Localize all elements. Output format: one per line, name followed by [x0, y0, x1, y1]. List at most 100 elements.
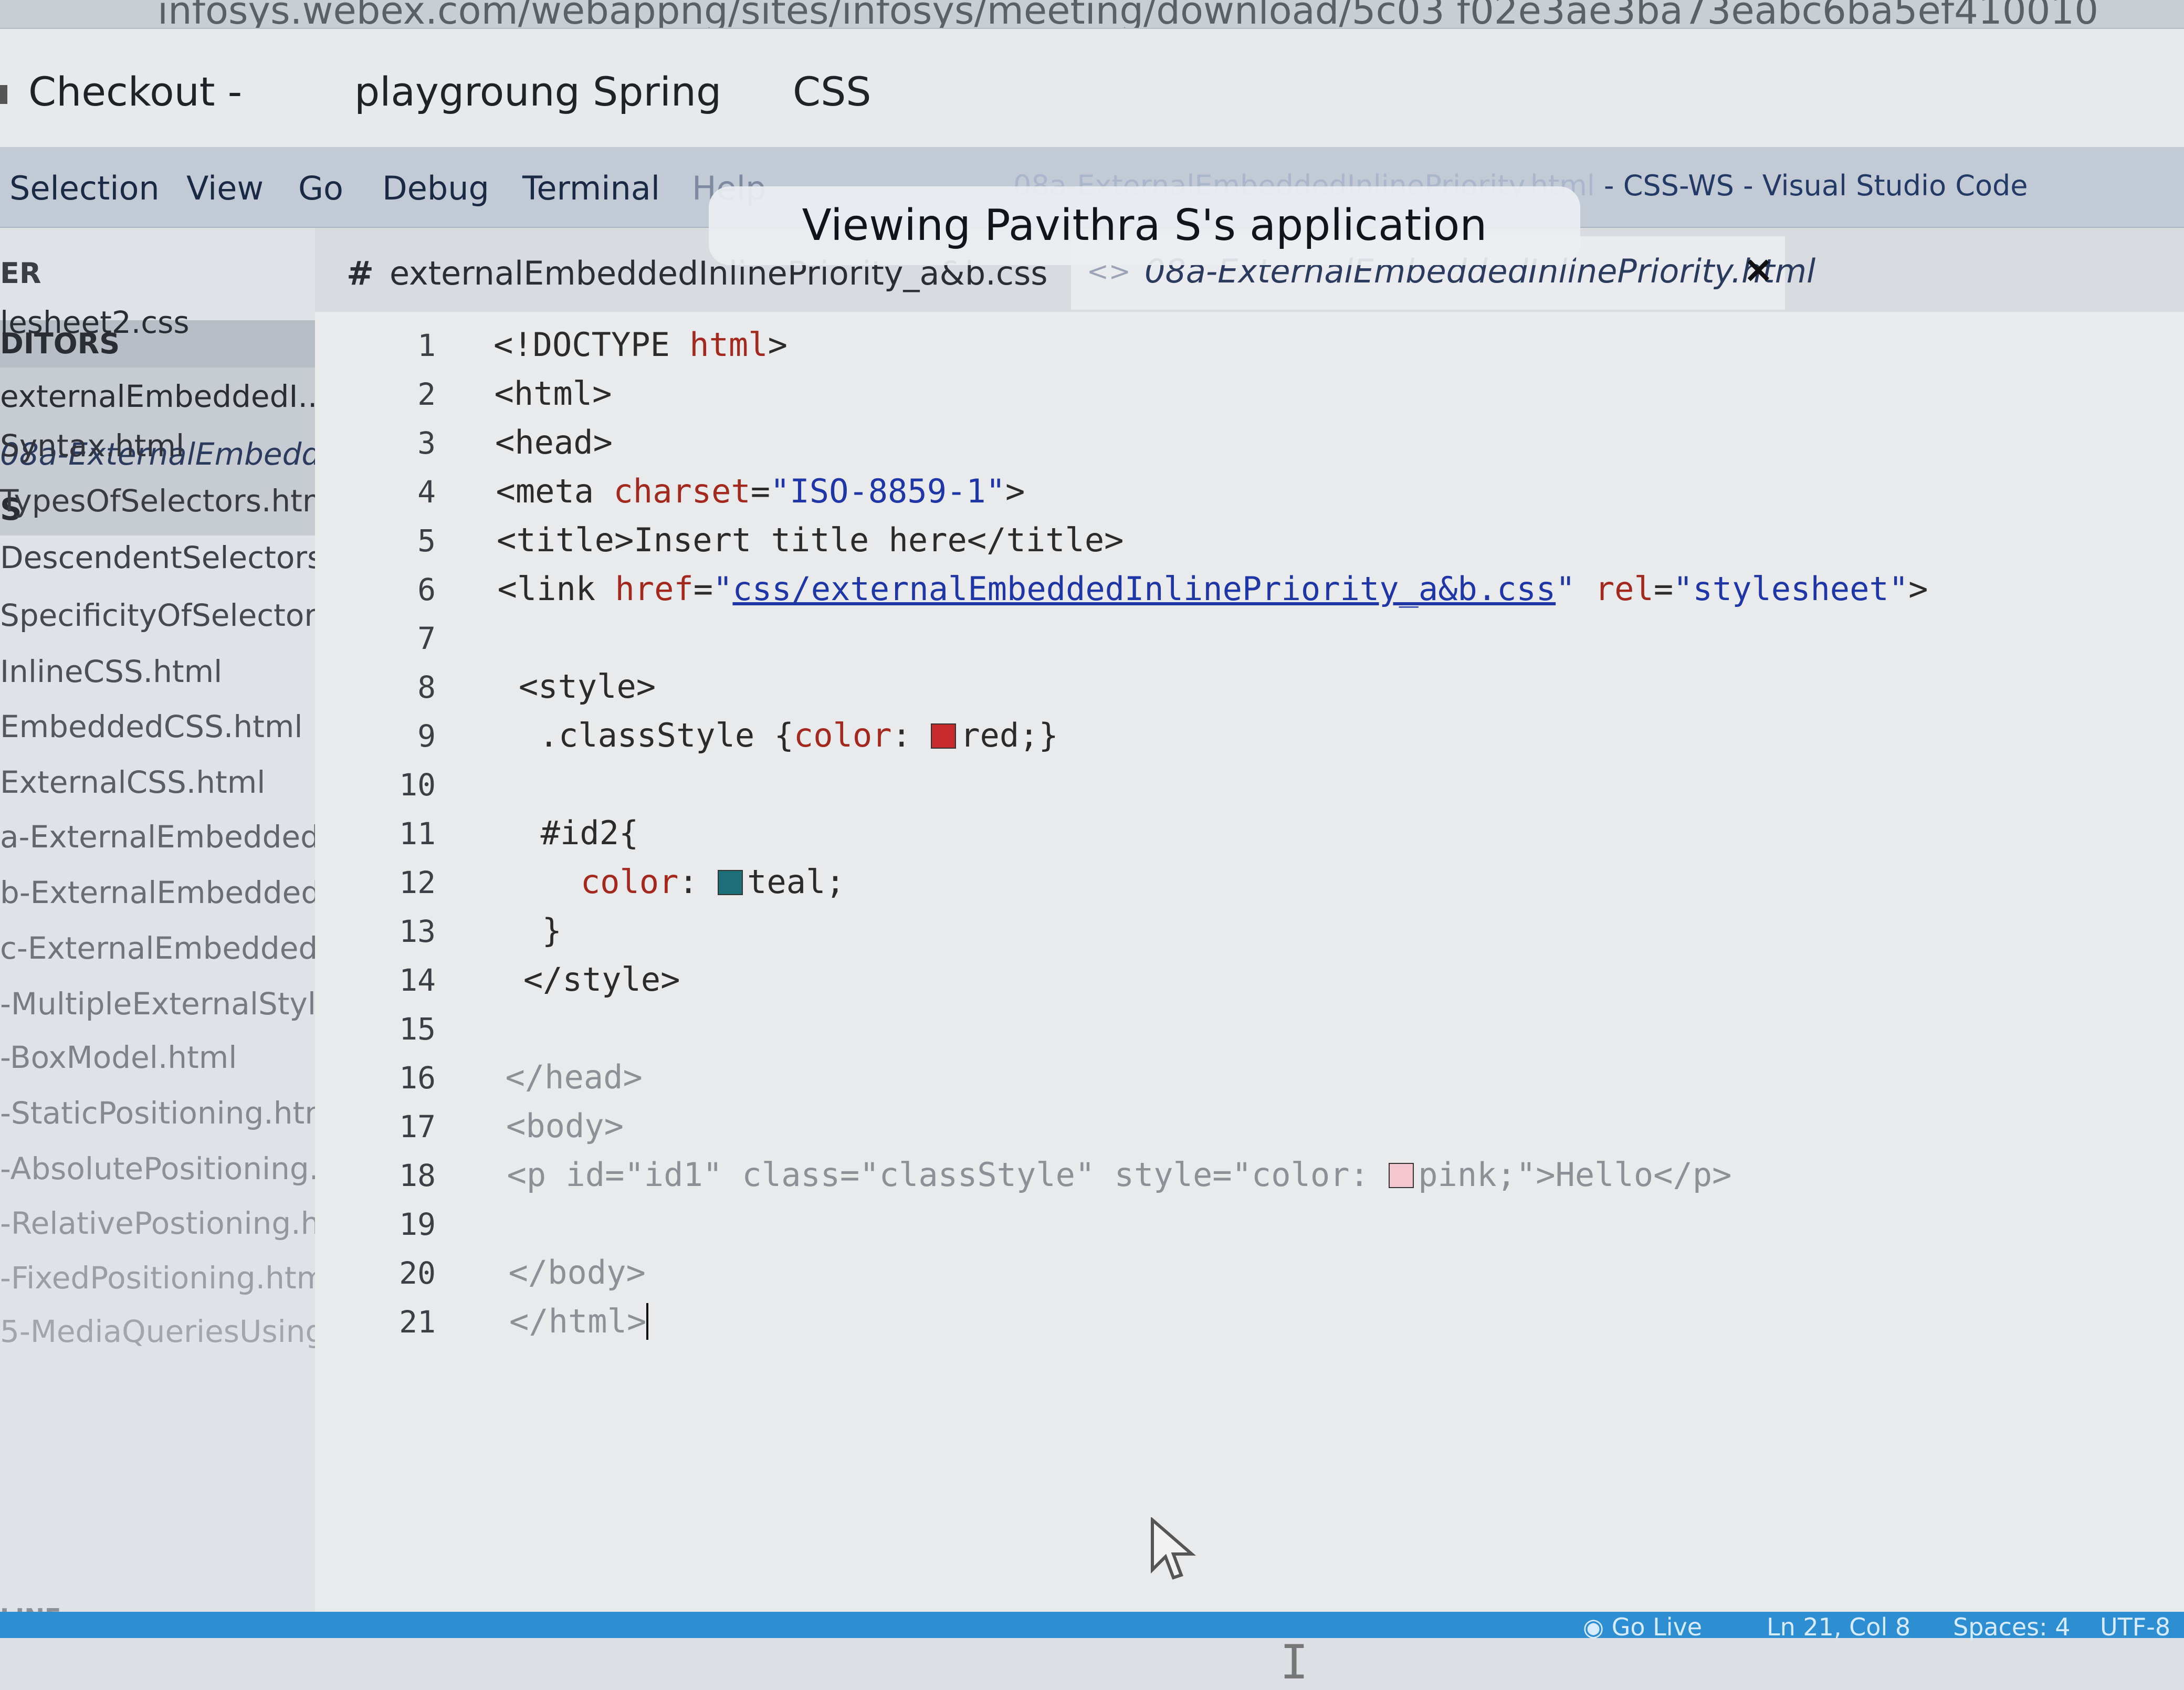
code-token: : — [891, 716, 931, 754]
code-token: .classStyle { — [500, 716, 794, 754]
code-token: "ISO-8859-1" — [770, 472, 1006, 510]
code-token: " — [713, 570, 733, 608]
line-number: 10 — [399, 767, 436, 803]
explorer-file-item[interactable]: -MultipleExternalStyle... — [0, 986, 315, 1022]
explorer-file-item[interactable]: a-ExternalEmbeddedI... — [0, 819, 315, 855]
browser-tab-playground[interactable]: playgroung Spring — [354, 68, 721, 115]
line-number: 1 — [417, 328, 436, 363]
code-line[interactable]: </head> — [506, 1058, 643, 1096]
browser-url-bar[interactable]: infosys.webex.com/webappng/sites/infosys… — [0, 0, 2184, 29]
explorer-file-item[interactable]: SpecificityOfSelector... — [0, 597, 315, 633]
explorer-file-item[interactable]: -AbsolutePositioning... — [0, 1151, 315, 1187]
code-line[interactable]: <html> — [495, 374, 612, 413]
menu-go[interactable]: Go — [298, 169, 343, 207]
code-token: <body> — [506, 1107, 624, 1145]
line-number: 21 — [399, 1304, 436, 1340]
code-token: > — [1005, 472, 1025, 510]
url-text: infosys.webex.com/webappng/sites/infosys… — [158, 0, 2098, 29]
code-token: rel — [1594, 570, 1654, 608]
explorer-sidebar: ER DITORS externalEmbeddedI... 08a-Exter… — [0, 228, 316, 1638]
code-line[interactable]: <!DOCTYPE html> — [494, 326, 788, 364]
explorer-file-item[interactable]: TypesOfSelectors.html — [0, 483, 315, 519]
explorer-file-item[interactable]: b-ExternalEmbeddedI... — [0, 875, 315, 910]
explorer-file-item[interactable]: InlineCSS.html — [0, 654, 315, 689]
explorer-file-item[interactable]: -StaticPositioning.html — [0, 1095, 315, 1131]
code-token: color — [580, 863, 679, 901]
code-token: </style> — [503, 960, 680, 999]
code-line[interactable]: </html> — [509, 1302, 649, 1340]
code-token: </head> — [505, 1058, 643, 1096]
code-token: html — [689, 326, 768, 364]
code-token: } — [503, 911, 562, 950]
line-number: 20 — [399, 1255, 436, 1291]
code-token: red;} — [960, 716, 1058, 754]
code-token: <head> — [495, 423, 613, 461]
menu-selection[interactable]: Selection — [9, 169, 160, 207]
line-number: 2 — [417, 376, 436, 412]
code-token: </html> — [509, 1302, 647, 1340]
close-icon[interactable]: × — [1743, 248, 1774, 291]
code-line[interactable]: #id2{ — [501, 814, 639, 852]
encoding-setting[interactable]: UTF-8 — [2100, 1613, 2170, 1641]
explorer-file-item[interactable]: -BoxModel.html — [0, 1040, 315, 1075]
browser-tab-strip: Checkout - playgroung Spring CSS — [0, 29, 2184, 148]
code-token: = — [693, 570, 713, 608]
open-editor-item[interactable]: externalEmbeddedI... — [0, 368, 315, 425]
tab-label: playgroung Spring — [354, 68, 722, 115]
code-token: <html> — [494, 374, 612, 413]
explorer-file-item[interactable]: ExternalCSS.html — [0, 764, 315, 800]
code-token: " — [1556, 570, 1576, 608]
code-editor[interactable]: 1 2 3 4 5 6 7 8 9 10 11 12 13 14 15 16 17 18 19 20 21 <!DOCT… — [315, 312, 2184, 1690]
menu-terminal[interactable]: Terminal — [522, 169, 660, 207]
code-token: <p id="id1" class="classStyle" style="co… — [507, 1156, 1389, 1194]
code-token: <title>Insert title here</title> — [497, 521, 1124, 559]
code-token: <link — [497, 570, 615, 608]
color-swatch-icon — [718, 870, 743, 895]
browser-tab-css[interactable]: CSS — [793, 68, 872, 115]
code-line[interactable]: <body> — [506, 1107, 624, 1145]
code-line[interactable]: <p id="id1" class="classStyle" style="co… — [507, 1156, 1732, 1194]
line-number: 11 — [399, 816, 436, 852]
explorer-file-item[interactable]: lesheet2.css — [0, 305, 315, 340]
css-file-icon: # — [346, 254, 374, 292]
code-token: > — [768, 326, 788, 364]
go-live-button[interactable]: ◉ Go Live — [1583, 1613, 1702, 1641]
code-line[interactable]: </style> — [504, 960, 680, 999]
line-number: 3 — [417, 425, 436, 461]
explorer-file-item[interactable]: 5-MediaQueriesUsingE... — [0, 1314, 315, 1349]
code-token: = — [1653, 570, 1674, 608]
line-number: 16 — [399, 1060, 436, 1096]
menu-debug[interactable]: Debug — [382, 169, 489, 207]
explorer-header: ER — [0, 257, 41, 290]
code-line[interactable]: </body> — [509, 1253, 646, 1292]
code-line[interactable]: <meta charset="ISO-8859-1"> — [496, 472, 1025, 510]
explorer-file-item[interactable]: -FixedPositioning.html — [0, 1260, 315, 1296]
code-token: "stylesheet" — [1673, 570, 1909, 608]
line-number: 5 — [417, 523, 436, 559]
code-line[interactable]: color: teal; — [502, 863, 845, 901]
explorer-file-item[interactable]: Syntax.html — [0, 428, 315, 464]
code-line[interactable]: .classStyle {color: red;} — [500, 716, 1058, 754]
tab-favicon-icon — [0, 85, 7, 104]
code-line[interactable]: <title>Insert title here</title> — [497, 521, 1124, 559]
code-line[interactable]: <head> — [495, 423, 613, 461]
cursor-position[interactable]: Ln 21, Col 8 — [1767, 1613, 1910, 1641]
explorer-file-item[interactable]: c-ExternalEmbeddedI... — [0, 930, 315, 966]
mouse-pointer-icon — [1151, 1517, 1196, 1580]
explorer-file-item[interactable]: -RelativePostioning.ht... — [0, 1205, 315, 1241]
indentation-setting[interactable]: Spaces: 4 — [1953, 1613, 2071, 1641]
code-token: > — [1908, 570, 1928, 608]
text-cursor-icon: I — [1280, 1635, 1309, 1690]
code-token: charset — [613, 472, 751, 510]
explorer-file-item[interactable]: DescendentSelectors... — [0, 540, 315, 575]
browser-tab-checkout[interactable]: Checkout - — [0, 68, 242, 115]
menu-view[interactable]: View — [186, 169, 264, 207]
explorer-file-item[interactable]: EmbeddedCSS.html — [0, 709, 315, 744]
line-number: 15 — [399, 1011, 436, 1047]
code-line[interactable]: <style> — [499, 667, 656, 706]
code-line[interactable]: <link href="css/externalEmbeddedInlinePr… — [498, 570, 1928, 608]
line-number: 13 — [399, 914, 436, 949]
code-line[interactable]: } — [503, 911, 562, 950]
